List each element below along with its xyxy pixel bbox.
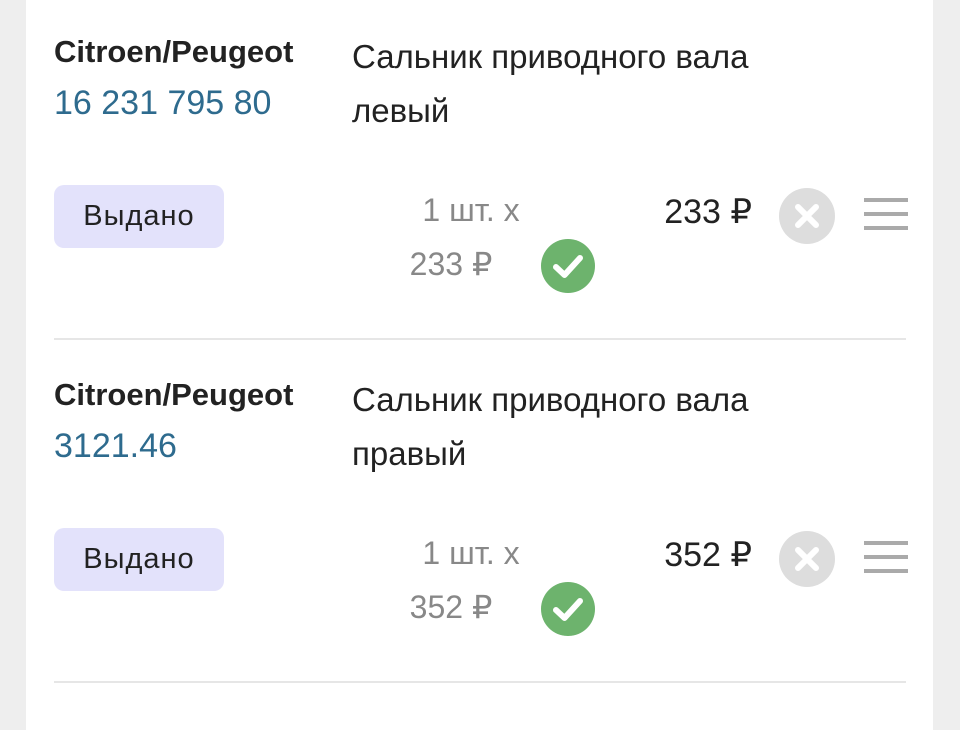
hamburger-menu-icon[interactable] [864, 196, 908, 232]
item-part-code[interactable]: 16 231 795 80 [54, 84, 271, 123]
item-part-code[interactable]: 3121.46 [54, 427, 177, 466]
item-total: 233 ₽ [664, 193, 752, 231]
item-unit-price: 352 ₽ [409, 589, 493, 625]
check-circle-icon [541, 582, 595, 636]
divider [54, 338, 906, 340]
item-total: 352 ₽ [664, 536, 752, 574]
order-item: Citroen/Peugeot 16 231 795 80 Сальник пр… [26, 0, 933, 342]
item-quantity: 1 шт. х [422, 535, 520, 571]
close-circle-icon[interactable] [778, 187, 836, 245]
divider [54, 681, 906, 683]
status-badge: Выдано [54, 185, 224, 248]
order-items-card: Citroen/Peugeot 16 231 795 80 Сальник пр… [26, 0, 933, 730]
item-description: Сальник приводного вала левый [352, 38, 749, 129]
item-unit-price: 233 ₽ [409, 246, 493, 282]
item-description: Сальник приводного вала правый [352, 381, 749, 472]
order-item: Citroen/Peugeot 3121.46 Сальник приводно… [26, 343, 933, 685]
item-quantity: 1 шт. х [422, 192, 520, 228]
item-brand: Citroen/Peugeot [54, 34, 294, 69]
status-badge: Выдано [54, 528, 224, 591]
check-circle-icon [541, 239, 595, 293]
close-circle-icon[interactable] [778, 530, 836, 588]
hamburger-menu-icon[interactable] [864, 539, 908, 575]
item-brand: Citroen/Peugeot [54, 377, 294, 412]
